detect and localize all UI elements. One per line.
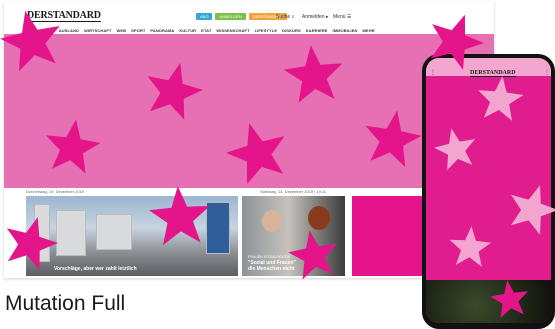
nav-item[interactable]: SPORT xyxy=(131,28,145,33)
search-link[interactable]: Suche ⌕ xyxy=(276,14,294,20)
mutated-hero-area xyxy=(4,34,494,188)
main-nav: INLAND AUSLAND WIRTSCHAFT WEB SPORT PANO… xyxy=(38,28,375,33)
phone-header: ⋮ DERSTANDARD ⋮ xyxy=(426,58,551,77)
menu-link[interactable]: Menü ☰ xyxy=(333,14,351,20)
building-shape xyxy=(96,214,132,250)
article-caption: Vorschläge, aber wer zahlt letztlich xyxy=(54,266,137,272)
nav-item[interactable]: IMMOBILIEN xyxy=(333,28,358,33)
nav-item[interactable]: WEB xyxy=(116,28,126,33)
date-left: Donnerstag, 19. Dezember 2019 xyxy=(26,189,85,194)
mockup-title: Mutation Full xyxy=(5,292,126,315)
abo-pill[interactable]: ABO xyxy=(196,13,213,20)
nav-item[interactable]: KARRIERE xyxy=(306,28,328,33)
building-shape xyxy=(56,210,86,256)
article-photo-people[interactable]: FRAUEN SOZIALPOLITIK "Sozial und Frauen"… xyxy=(242,196,345,276)
phone-logo[interactable]: DERSTANDARD xyxy=(470,70,516,77)
nav-item[interactable]: MEHR xyxy=(363,28,375,33)
nav-item[interactable]: WISSENSCHAFT xyxy=(216,28,249,33)
nav-item[interactable]: INLAND xyxy=(38,28,54,33)
nav-item[interactable]: LIFESTYLE xyxy=(255,28,277,33)
nav-item[interactable]: DISKURS xyxy=(282,28,301,33)
date-right: Samstag, 14. Dezember 2019 | 14:11 xyxy=(260,189,327,194)
site-header: DERSTANDARD ABO ANMELDEN DERSTANDARD Suc… xyxy=(4,2,494,28)
article-photo-city[interactable]: Vorschläge, aber wer zahlt letztlich xyxy=(26,196,238,276)
phone-screen: ⋮ DERSTANDARD ⋮ xyxy=(426,58,551,323)
menu-icon: ☰ xyxy=(346,14,352,20)
more-icon[interactable]: ⋮ xyxy=(544,69,550,76)
header-pills: ABO ANMELDEN DERSTANDARD xyxy=(196,13,287,20)
search-icon: ⌕ xyxy=(291,14,295,20)
account-icon: ▸ xyxy=(325,14,329,20)
person-face xyxy=(308,206,330,230)
nav-item[interactable]: ETAT xyxy=(201,28,211,33)
account-link[interactable]: Anmelden ▸ xyxy=(302,14,328,20)
nav-item[interactable]: AUSLAND xyxy=(59,28,79,33)
login-pill[interactable]: ANMELDEN xyxy=(215,13,246,20)
phone-article-photo[interactable] xyxy=(426,280,551,323)
site-logo[interactable]: DERSTANDARD xyxy=(27,11,101,22)
article-caption: "Sozial und Frauen" die Menschen nicht xyxy=(248,260,296,272)
person-face xyxy=(262,210,282,232)
building-shape xyxy=(206,202,230,254)
building-shape xyxy=(34,204,50,262)
menu-icon[interactable]: ⋮ xyxy=(430,69,436,76)
nav-item[interactable]: WIRTSCHAFT xyxy=(84,28,111,33)
nav-item[interactable]: KULTUR xyxy=(179,28,196,33)
nav-item[interactable]: PANORAMA xyxy=(150,28,174,33)
